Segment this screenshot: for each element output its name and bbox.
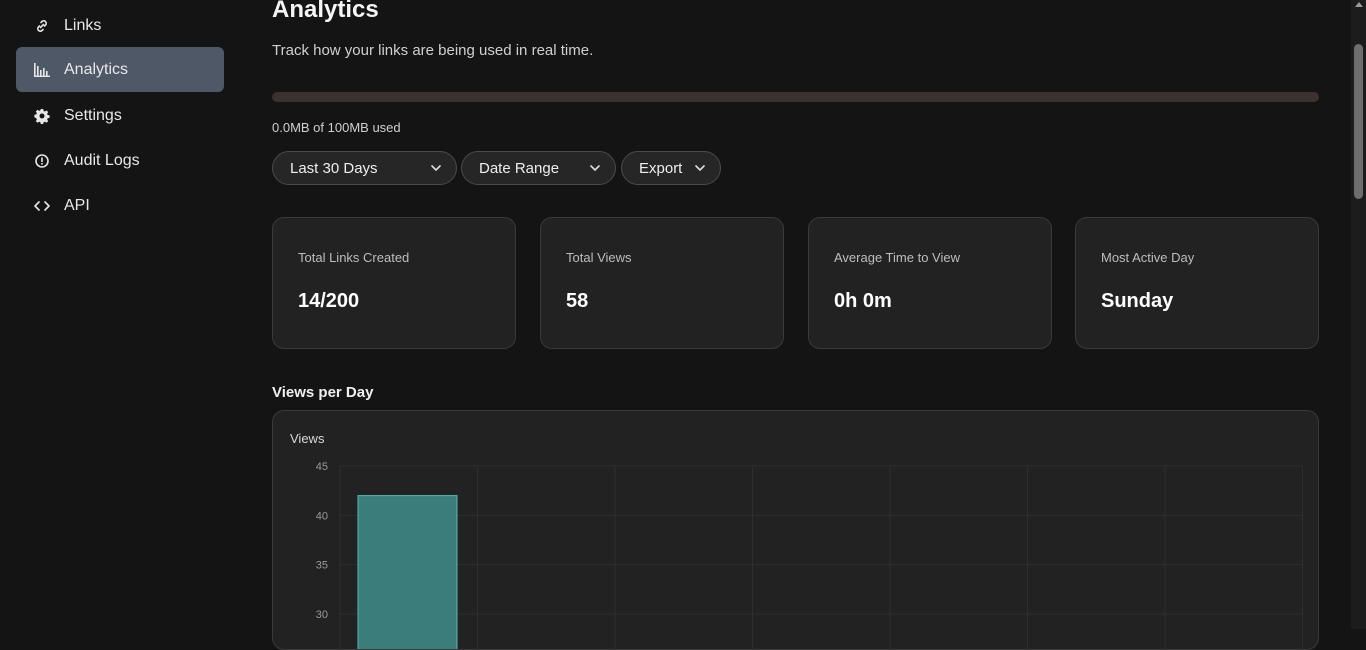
storage-usage-text: 0.0MB of 100MB used — [272, 120, 401, 135]
sidebar-item-links[interactable]: Links — [16, 3, 224, 48]
stat-card-average-time: Average Time to View 0h 0m — [808, 217, 1052, 349]
gear-icon — [34, 108, 50, 124]
period-select-label: Last 30 Days — [290, 159, 378, 177]
bar-chart-icon — [34, 62, 50, 78]
chevron-down-icon — [590, 165, 600, 172]
date-range-select[interactable]: Date Range — [461, 151, 616, 185]
stat-label: Average Time to View — [834, 250, 960, 265]
page-subtitle: Track how your links are being used in r… — [272, 42, 594, 59]
period-select[interactable]: Last 30 Days — [272, 151, 457, 185]
chart-section-title: Views per Day — [272, 384, 374, 401]
chart-y-tick-label: 45 — [316, 461, 328, 473]
views-per-day-chart: Views 30 35 40 45 — [272, 410, 1319, 650]
stat-card-total-links: Total Links Created 14/200 — [272, 217, 516, 349]
stat-value: 0h 0m — [834, 290, 892, 312]
info-circle-icon — [34, 153, 50, 169]
scrollbar-thumb[interactable] — [1354, 44, 1363, 199]
chart-plot: 30 35 40 45 — [316, 461, 1303, 650]
sidebar-item-settings[interactable]: Settings — [16, 93, 224, 138]
sidebar-item-label: API — [64, 196, 90, 214]
link-icon — [34, 18, 50, 34]
sidebar-item-label: Settings — [64, 106, 122, 124]
chart-y-tick-label: 35 — [316, 560, 328, 572]
chart-y-tick-label: 30 — [316, 609, 328, 621]
chevron-down-icon — [695, 165, 705, 172]
sidebar: Links Analytics Settings Audit Logs API — [0, 0, 240, 629]
chevron-down-icon — [431, 165, 441, 172]
sidebar-item-label: Links — [64, 16, 102, 34]
main-content: Analytics Track how your links are being… — [272, 0, 1319, 650]
scroll-up-arrow-icon[interactable] — [1355, 2, 1363, 7]
date-range-label: Date Range — [479, 159, 560, 177]
storage-usage-bar — [272, 92, 1319, 102]
sidebar-item-label: Analytics — [64, 60, 129, 78]
sidebar-item-label: Audit Logs — [64, 151, 140, 169]
stat-value: Sunday — [1101, 290, 1174, 312]
stat-label: Total Views — [566, 250, 632, 265]
export-button[interactable]: Export — [621, 151, 721, 185]
export-label: Export — [639, 159, 683, 177]
sidebar-item-api[interactable]: API — [16, 183, 224, 228]
stat-value: 14/200 — [298, 290, 360, 312]
code-icon — [34, 198, 50, 214]
sidebar-item-analytics[interactable]: Analytics — [16, 47, 224, 92]
chart-bar[interactable] — [357, 495, 458, 650]
sidebar-item-audit-logs[interactable]: Audit Logs — [16, 138, 224, 183]
chart-y-tick-label: 40 — [316, 510, 328, 522]
stat-value: 58 — [566, 290, 589, 312]
vertical-scrollbar[interactable] — [1351, 0, 1366, 629]
stat-label: Total Links Created — [298, 250, 410, 265]
stat-label: Most Active Day — [1101, 250, 1195, 265]
page-title: Analytics — [272, 0, 379, 23]
stat-card-total-views: Total Views 58 — [540, 217, 784, 349]
stat-card-most-active-day: Most Active Day Sunday — [1075, 217, 1319, 349]
